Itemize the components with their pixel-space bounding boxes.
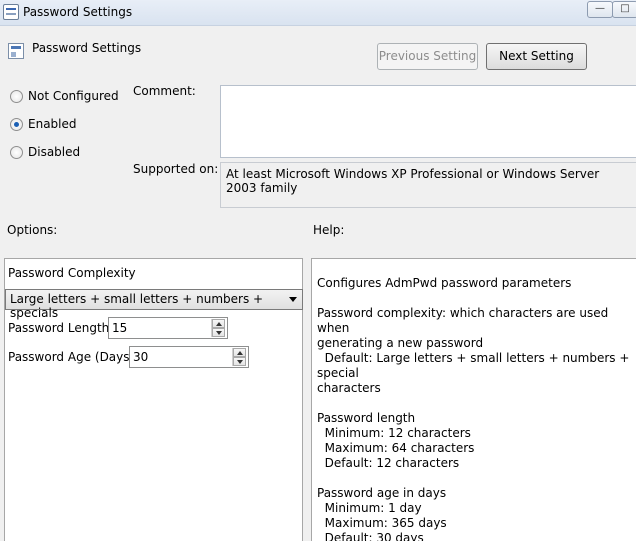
comment-label: Comment:	[133, 84, 196, 98]
password-age-label: Password Age (Days)	[8, 350, 135, 364]
help-label: Help:	[313, 223, 345, 237]
spin-down-icon[interactable]	[233, 357, 246, 366]
spin-up-icon[interactable]	[233, 348, 246, 357]
spin-up-icon[interactable]	[212, 319, 225, 328]
radio-not-configured[interactable]: Not Configured	[10, 87, 119, 105]
password-length-stepper[interactable]: 15	[108, 317, 228, 339]
radio-not-configured-indicator[interactable]	[10, 89, 23, 103]
password-age-stepper[interactable]: 30	[129, 346, 249, 368]
radio-not-configured-label: Not Configured	[28, 89, 119, 103]
radio-enabled-label: Enabled	[28, 117, 77, 131]
help-panel: Configures AdmPwd password parameters Pa…	[311, 258, 636, 541]
password-length-spin[interactable]	[211, 319, 225, 337]
help-text: Configures AdmPwd password parameters Pa…	[317, 276, 630, 541]
radio-disabled-label: Disabled	[28, 145, 81, 159]
window-title: Password Settings	[23, 5, 133, 19]
options-label: Options:	[7, 223, 58, 237]
supported-on-label: Supported on:	[133, 162, 219, 176]
password-complexity-select[interactable]: Large letters + small letters + numbers …	[5, 289, 303, 320]
spin-down-icon[interactable]	[212, 328, 225, 337]
page-title: Password Settings	[32, 41, 142, 55]
policy-window-icon	[3, 4, 19, 20]
next-setting-button[interactable]: Next Setting	[486, 43, 587, 70]
policy-settings-icon	[8, 43, 24, 59]
password-length-value[interactable]: 15	[112, 321, 127, 335]
maximize-button[interactable]: □	[612, 1, 636, 18]
previous-setting-button[interactable]: Previous Setting	[377, 43, 478, 70]
radio-disabled-indicator[interactable]	[10, 145, 23, 159]
radio-disabled[interactable]: Disabled	[10, 143, 80, 161]
supported-on-value: At least Microsoft Windows XP Profession…	[220, 162, 636, 208]
password-length-label: Password Length	[8, 321, 110, 335]
minimize-button[interactable]: —	[587, 1, 613, 18]
comment-field[interactable]	[220, 85, 636, 158]
chevron-down-icon[interactable]	[289, 297, 297, 302]
password-complexity-label: Password Complexity	[8, 266, 136, 280]
radio-enabled[interactable]: Enabled	[10, 115, 77, 133]
password-age-value[interactable]: 30	[133, 350, 148, 364]
password-age-spin[interactable]	[232, 348, 246, 366]
radio-enabled-indicator[interactable]	[10, 117, 23, 131]
